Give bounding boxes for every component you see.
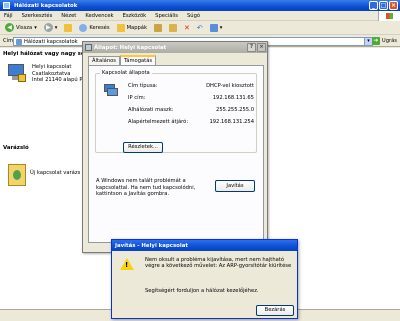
row-value: 192.168.131.65 (212, 95, 254, 101)
wizard-header: Varázsló (3, 145, 29, 151)
copy-to-button[interactable] (167, 22, 179, 33)
wizard-icon (8, 164, 26, 186)
row-label: Alapértelmezett átjáró: (128, 119, 189, 125)
menu-view[interactable]: Nézet (61, 13, 76, 19)
move-icon (154, 23, 162, 32)
windows-flag-icon (386, 13, 393, 19)
row-label: IP cím: (128, 95, 146, 101)
row-label: Cím típusa: (128, 83, 158, 89)
search-button[interactable]: Keresés (77, 22, 111, 33)
up-folder-button[interactable] (62, 22, 74, 33)
menu-file[interactable]: Fájl (4, 13, 13, 19)
help-button[interactable]: ? (247, 43, 256, 52)
wizard-item-label: Új kapcsolat varázs (30, 170, 81, 176)
go-label: Ugrás (381, 38, 397, 44)
views-button[interactable]: ▾ (208, 22, 225, 33)
repair-dialog-titlebar: Javítás - Helyi kapcsolat (112, 240, 297, 251)
repair-info-text: A Windows nem talált problémát a kapcsol… (96, 178, 196, 197)
maximize-button[interactable]: □ (379, 1, 388, 10)
row-label: Alhálózati maszk: (128, 107, 174, 113)
back-arrow-icon: ◀ (5, 23, 14, 32)
repair-close-button[interactable]: Bezárás (256, 305, 294, 316)
close-button[interactable]: × (389, 1, 398, 10)
back-label: Vissza (16, 24, 33, 31)
menu-edit[interactable]: Szerkesztés (22, 13, 53, 19)
menu-tools[interactable]: Eszközök (123, 13, 147, 19)
tab-general[interactable]: Általános (88, 56, 120, 65)
undo-icon: ↶ (196, 23, 203, 32)
go-button[interactable]: ➔ Ugrás (371, 37, 397, 45)
connection-status-group: Kapcsolat állapota Cím típusa: DHCP-vel … (95, 70, 257, 153)
go-arrow-icon: ➔ (371, 37, 380, 45)
folders-button[interactable]: Mappák (115, 22, 149, 33)
status-dialog-title: Állapot: Helyi kapcsolat (94, 44, 167, 51)
details-button[interactable]: Részletek... (123, 142, 163, 153)
warning-icon: ! (120, 258, 136, 272)
group-title: Kapcsolat állapota (100, 70, 152, 76)
connection-status-icon (104, 84, 118, 98)
local-connection-item[interactable]: Helyi kapcsolat Csatlakoztatva Intel 211… (6, 64, 84, 84)
folders-label: Mappák (126, 24, 147, 31)
menu-help[interactable]: Súgó (187, 13, 200, 19)
delete-icon: ✕ (184, 23, 190, 32)
folders-icon (116, 23, 125, 32)
search-label: Keresés (89, 24, 110, 31)
move-to-button[interactable] (152, 22, 164, 33)
forward-button[interactable]: ▶ ▾ (42, 22, 60, 33)
tab-support[interactable]: Támogatás (120, 55, 157, 65)
repair-help-text: Segítségért forduljon a hálózat kezelőjé… (145, 288, 259, 294)
network-folder-icon (3, 2, 10, 9)
repair-button[interactable]: Javítás (215, 180, 255, 192)
window-titlebar: Hálózati kapcsolatok _ □ × (0, 0, 400, 11)
lan-connection-icon (6, 64, 28, 84)
toolbar: ◀ Vissza ▾ ▶ ▾ Keresés Mappák ✕ ↶ ▾ (0, 21, 400, 35)
repair-dialog: Javítás - Helyi kapcsolat ! Nem oksult a… (111, 239, 298, 319)
status-dialog-titlebar: Állapot: Helyi kapcsolat ? × (83, 42, 267, 53)
repair-dialog-title: Javítás - Helyi kapcsolat (115, 242, 188, 249)
status-close-button[interactable]: × (257, 43, 266, 52)
row-value: 192.168.131.254 (209, 119, 254, 125)
default-gateway-row: Alapértelmezett átjáró: 192.168.131.254 (128, 119, 254, 125)
search-icon (79, 23, 88, 32)
address-value: Hálózati kapcsolatok (24, 38, 78, 45)
status-dialog-icon (85, 44, 92, 51)
views-icon (209, 23, 218, 32)
address-dropdown-icon[interactable]: ▾ (364, 38, 372, 45)
windows-logo (378, 11, 400, 21)
new-connection-wizard-item[interactable]: Új kapcsolat varázs (8, 164, 80, 186)
back-button[interactable]: ◀ Vissza ▾ (3, 22, 39, 33)
row-value: DHCP-vel kiosztott (206, 83, 254, 89)
subnet-mask-row: Alhálózati maszk: 255.255.255.0 (128, 107, 254, 113)
ip-address-row: IP cím: 192.168.131.65 (128, 95, 254, 101)
network-folder-small-icon (16, 38, 22, 45)
copy-icon (169, 23, 177, 32)
menu-bar: Fájl Szerkesztés Nézet Kedvencek Eszközö… (0, 11, 400, 21)
support-tab-panel: Kapcsolat állapota Cím típusa: DHCP-vel … (88, 65, 264, 243)
status-tabs: Általános Támogatás (88, 55, 157, 65)
repair-error-message: Nem oksult a probléma kijavítása, mert n… (145, 257, 292, 270)
minimize-button[interactable]: _ (369, 1, 378, 10)
row-value: 255.255.255.0 (216, 107, 254, 113)
menu-favorites[interactable]: Kedvencek (85, 13, 113, 19)
window-title: Hálózati kapcsolatok (14, 2, 78, 9)
menu-advanced[interactable]: Speciális (155, 13, 178, 19)
delete-button[interactable]: ✕ (182, 22, 192, 33)
connection-status-dialog: Állapot: Helyi kapcsolat ? × Általános T… (82, 41, 268, 253)
forward-arrow-icon: ▶ (43, 23, 53, 32)
address-label: Cím (3, 37, 14, 44)
up-folder-icon (64, 23, 73, 32)
connection-adapter: Intel 21140 alapú P( (32, 77, 85, 83)
undo-button[interactable]: ↶ (195, 22, 205, 33)
address-type-row: Cím típusa: DHCP-vel kiosztott (128, 83, 254, 89)
